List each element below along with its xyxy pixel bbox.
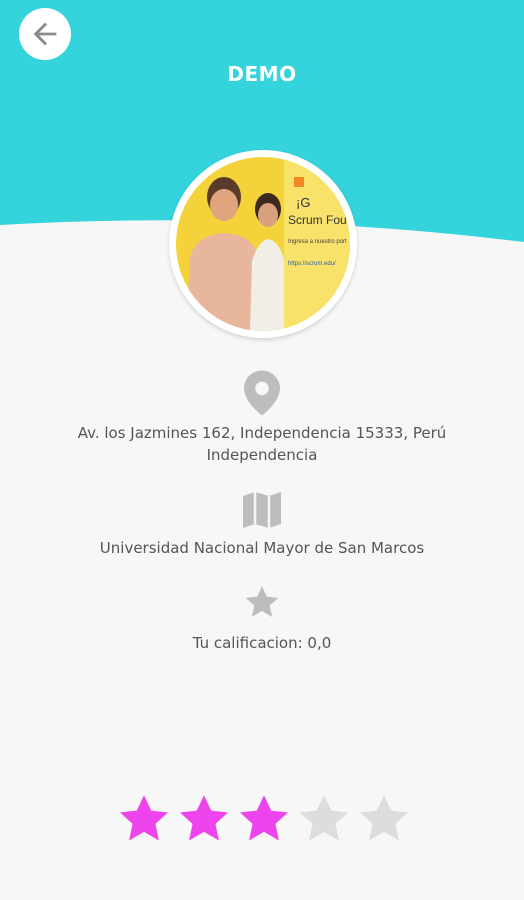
rating-star-1[interactable] <box>114 791 174 847</box>
avatar: ¡G Scrum Foun Ingresa a nuestro port htt… <box>176 157 350 331</box>
star-rating-bar[interactable] <box>114 791 414 847</box>
star-icon <box>239 795 289 841</box>
star-icon <box>359 795 409 841</box>
star-icon <box>179 795 229 841</box>
map-icon <box>243 492 281 528</box>
avatar-banner-link: https://scrum.edu/ <box>288 261 336 267</box>
star-icon <box>119 795 169 841</box>
rating-star-2[interactable] <box>174 791 234 847</box>
avatar-frame: ¡G Scrum Foun Ingresa a nuestro port htt… <box>169 150 357 338</box>
arrow-left-icon <box>33 22 57 46</box>
rating-star-4[interactable] <box>294 791 354 847</box>
star-icon <box>299 795 349 841</box>
back-button[interactable] <box>19 8 71 60</box>
address-text: Av. los Jazmines 162, Independencia 1533… <box>0 422 524 466</box>
address-line-2: Independencia <box>206 446 318 464</box>
rating-star-3[interactable] <box>234 791 294 847</box>
institution-name: Universidad Nacional Mayor de San Marcos <box>99 539 425 557</box>
avatar-banner-text-3: Ingresa a nuestro port <box>288 239 347 245</box>
rating-label: Tu calificacion: 0,0 <box>192 634 332 652</box>
avatar-banner-text-1: ¡G <box>296 195 311 210</box>
address-line-1: Av. los Jazmines 162, Independencia 1533… <box>77 424 447 442</box>
page-title: DEMO <box>227 62 297 86</box>
map-pin-icon <box>244 370 280 416</box>
avatar-banner-text-2: Scrum Foun <box>288 213 350 227</box>
rating-star-5[interactable] <box>354 791 414 847</box>
star-icon <box>245 586 279 617</box>
